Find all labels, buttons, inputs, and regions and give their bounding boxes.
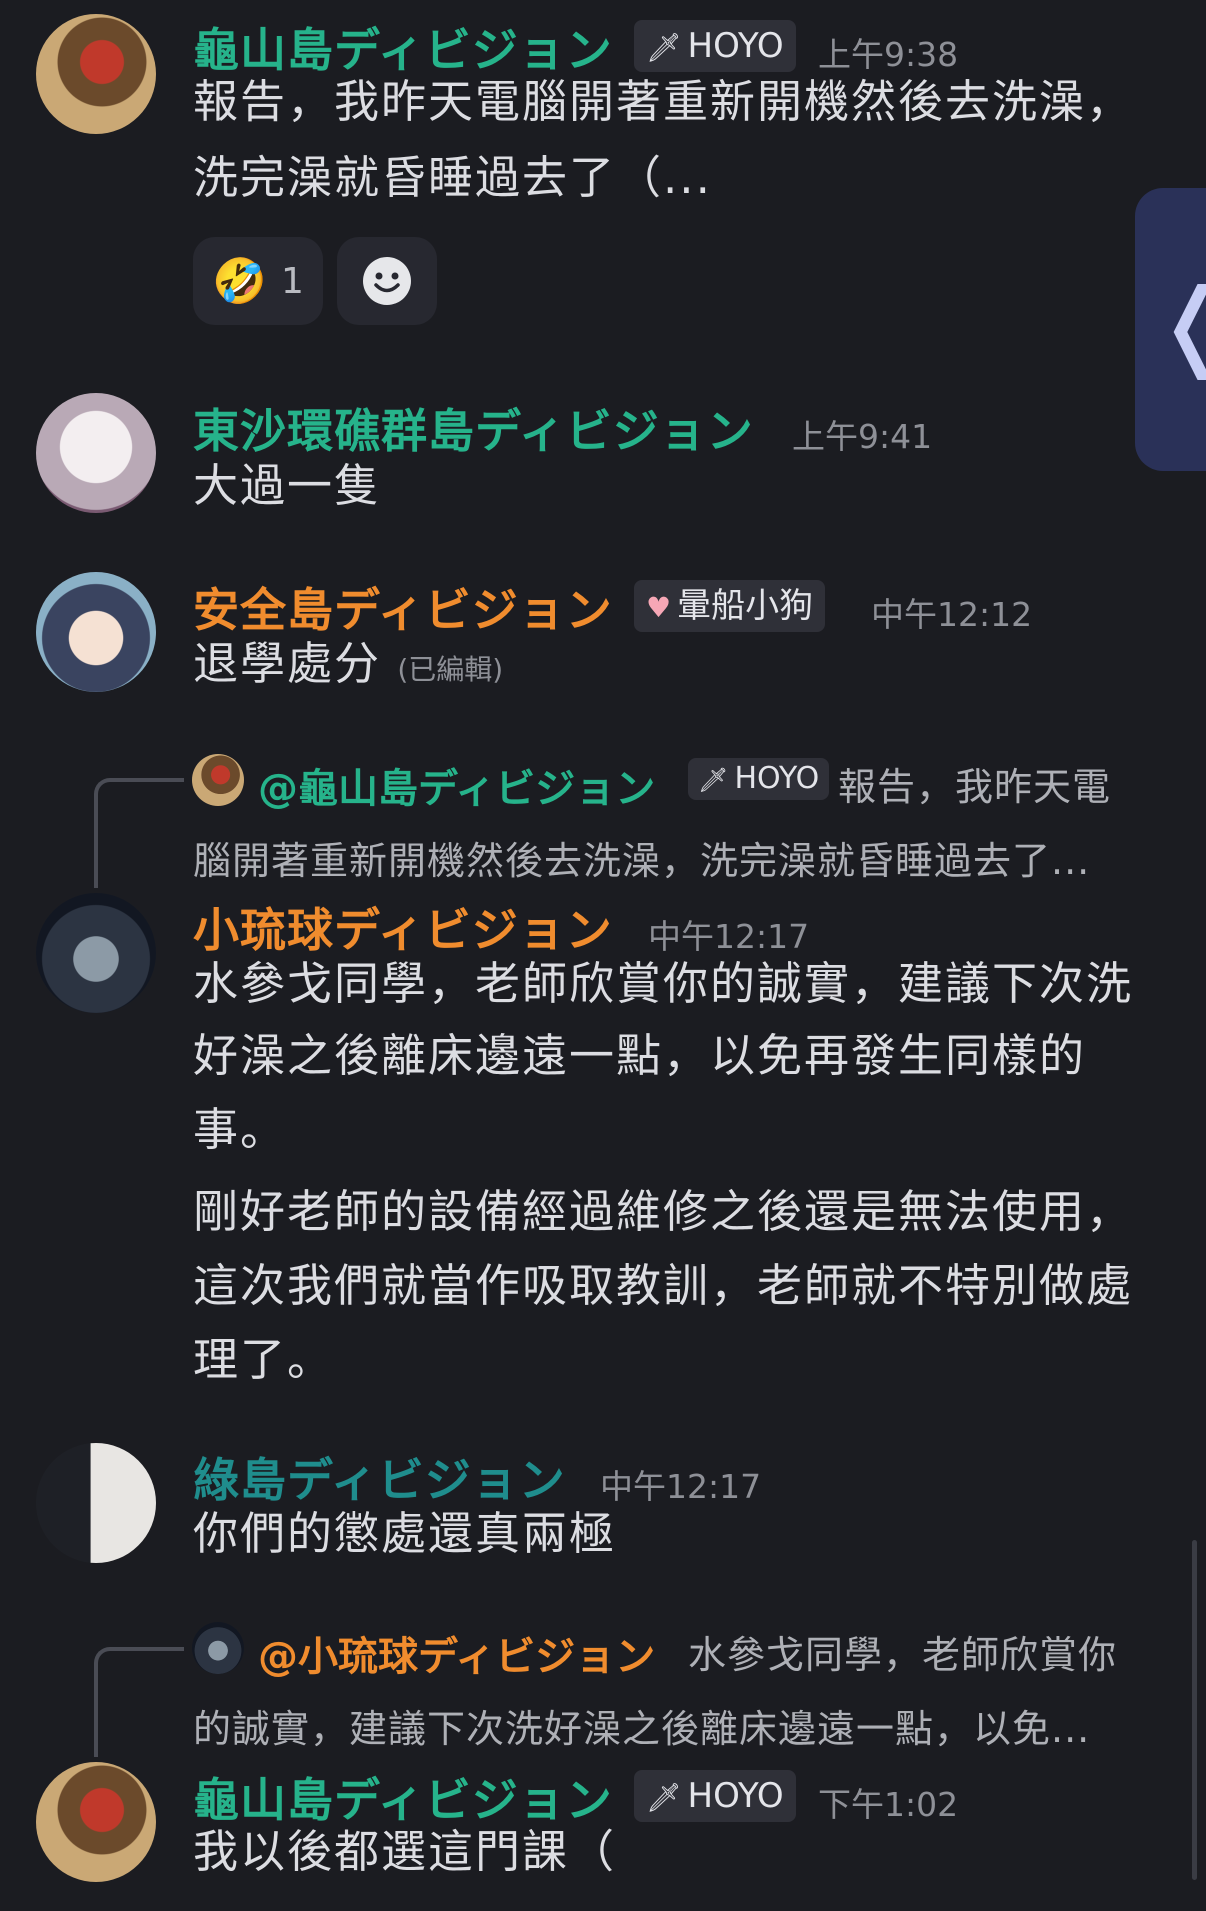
message-line: 事。 bbox=[193, 1103, 288, 1156]
user-avatar[interactable] bbox=[36, 893, 156, 1013]
timestamp: 中午12:12 bbox=[871, 595, 1033, 634]
message-line: 洗完澡就昏睡過去了（... bbox=[193, 151, 712, 204]
role-tag[interactable]: ♥ 暈船小狗 bbox=[634, 580, 826, 632]
side-panel-tab[interactable]: ❬ bbox=[1135, 188, 1206, 471]
rofl-emoji-icon: 🤣 bbox=[212, 256, 267, 307]
smiley-icon bbox=[363, 257, 411, 305]
chevron-left-icon: ❬ bbox=[1153, 268, 1206, 380]
message-line: 這次我們就當作吸取教訓，老師就不特別做處 bbox=[193, 1259, 1134, 1312]
role-tag-label: 暈船小狗 bbox=[677, 586, 814, 626]
reply-author[interactable]: @小琉球ディビジョン bbox=[258, 1624, 655, 1682]
sword-icon: 🗡 bbox=[698, 766, 729, 794]
timestamp: 上午9:41 bbox=[792, 417, 933, 456]
reaction-count: 1 bbox=[280, 260, 304, 302]
edited-label: (已編輯) bbox=[397, 653, 504, 686]
message-line: 理了。 bbox=[193, 1333, 335, 1386]
reply-preview[interactable]: 報告，我昨天電 bbox=[838, 756, 1111, 811]
message-text: 退學處分 bbox=[193, 637, 382, 690]
timestamp: 中午12:17 bbox=[600, 1467, 762, 1506]
user-avatar[interactable] bbox=[36, 14, 156, 134]
reply-author[interactable]: @龜山島ディビジョン bbox=[258, 756, 655, 814]
reply-preview[interactable]: 的誠實，建議下次洗好澡之後離床邊遠一點，以免... bbox=[193, 1698, 1090, 1753]
heart-icon: ♥ bbox=[646, 591, 672, 624]
scrollbar[interactable] bbox=[1192, 1540, 1197, 1880]
user-avatar[interactable] bbox=[36, 1443, 156, 1563]
role-tag-label: HOYO bbox=[734, 761, 820, 796]
reply-connector bbox=[94, 1647, 184, 1757]
message-line: 退學處分 (已編輯) bbox=[193, 626, 503, 708]
user-avatar[interactable] bbox=[36, 1762, 156, 1882]
role-tag[interactable]: 🗡 HOYO bbox=[634, 1770, 796, 1822]
reply-avatar[interactable] bbox=[192, 1622, 244, 1674]
message-line: 大過一隻 bbox=[193, 459, 382, 512]
message-line: 好澡之後離床邊遠一點，以免再發生同樣的 bbox=[193, 1029, 1087, 1082]
reaction-chip[interactable]: 🤣 1 bbox=[193, 237, 323, 325]
sword-icon: 🗡 bbox=[646, 1781, 682, 1814]
message-line: 水參戈同學，老師欣賞你的誠實，建議下次洗 bbox=[193, 957, 1134, 1010]
message-line: 你們的懲處還真兩極 bbox=[193, 1507, 617, 1560]
user-avatar[interactable] bbox=[36, 572, 156, 692]
user-avatar[interactable] bbox=[36, 393, 156, 513]
role-tag-label: HOYO bbox=[687, 1776, 784, 1816]
reply-preview[interactable]: 腦開著重新開機然後去洗澡，洗完澡就昏睡過去了... bbox=[193, 830, 1090, 885]
reply-role-tag[interactable]: 🗡 HOYO bbox=[688, 758, 830, 800]
message-line: 報告，我昨天電腦開著重新開機然後去洗澡， bbox=[193, 75, 1134, 128]
message-line: 剛好老師的設備經過維修之後還是無法使用， bbox=[193, 1185, 1134, 1238]
reply-avatar[interactable] bbox=[192, 754, 244, 806]
reply-connector bbox=[94, 778, 184, 888]
message-line: 我以後都選這門課（ bbox=[193, 1825, 617, 1878]
reply-preview[interactable]: 水參戈同學，老師欣賞你 bbox=[688, 1624, 1117, 1679]
add-reaction-button[interactable] bbox=[337, 237, 437, 325]
role-tag-label: HOYO bbox=[687, 26, 784, 66]
timestamp: 下午1:02 bbox=[818, 1785, 959, 1824]
